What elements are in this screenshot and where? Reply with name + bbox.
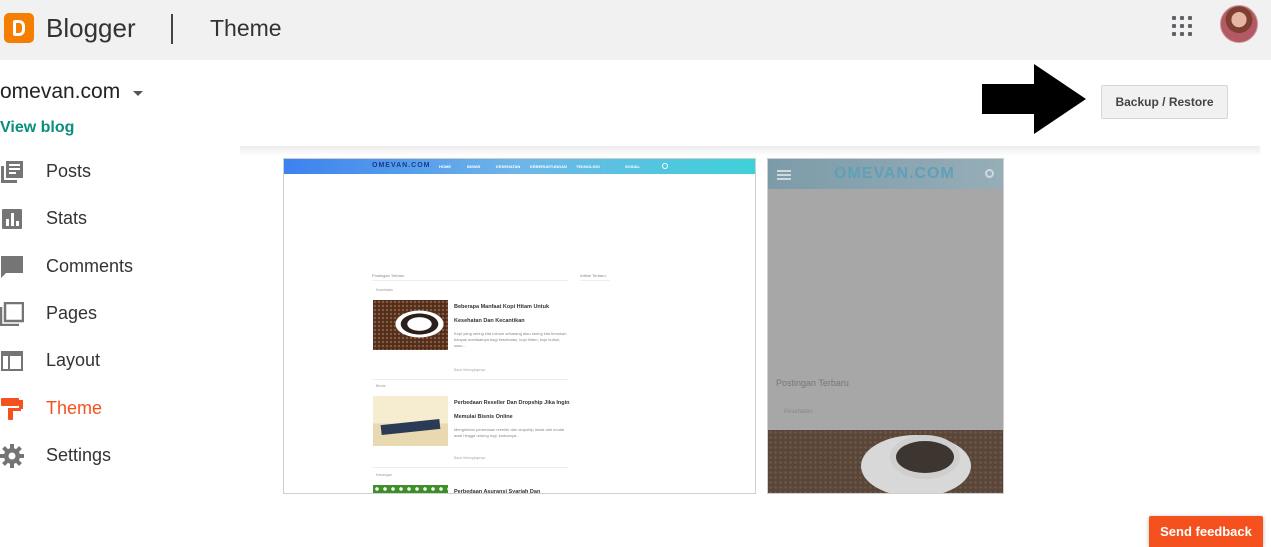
preview-divider [372,467,568,468]
sidebar-item-label: Posts [46,161,92,181]
preview-divider [372,280,568,281]
preview-read-more: Baca Selengkapnya [454,368,486,372]
preview-post-title: Beberapa Manfaat Kopi Hitam Untuk Keseha… [454,304,550,324]
chevron-down-icon[interactable] [133,91,143,96]
menu-icon [777,170,791,172]
sidebar-item-label: Pages [46,303,98,323]
preview-post-label: Kesehatan [376,288,393,292]
header-divider [171,14,173,44]
desktop-theme-preview[interactable]: OMEVAN.COM HOME BISNIS KESEHATAN KEBERUN… [283,158,756,494]
search-icon [662,163,668,169]
preview-site-logo: OMEVAN.COM [372,162,431,169]
sidebar-item-label: Settings [46,445,112,465]
preview-post-thumbnail [373,485,448,493]
preview-menu-item: BISNIS [467,164,481,169]
mobile-preview-header: OMEVAN.COM [768,159,1003,189]
brand-name[interactable]: Blogger [46,13,136,44]
sidebar-item-label: Theme [46,398,103,418]
preview-divider [372,379,568,380]
top-bar: Blogger Theme [0,0,1271,60]
layout-icon [1,351,23,371]
send-feedback-button[interactable]: Send feedback [1149,516,1263,547]
sidebar-item-layout[interactable]: Layout [0,343,200,377]
blogger-logo-icon[interactable] [4,13,34,43]
sidebar-item-pages[interactable]: Pages [0,296,200,330]
apps-grid-icon[interactable] [1171,15,1193,37]
blog-selector[interactable]: omevan.com [0,80,120,104]
mobile-preview-cup [890,435,960,479]
view-blog-link[interactable]: View blog [0,119,74,137]
preview-divider [580,280,610,281]
preview-post-title: Perbedaan Asuransi Syariah Dan [454,489,541,494]
mobile-preview-label: Kesehatan [784,409,813,415]
mobile-theme-preview[interactable]: OMEVAN.COM Postingan Terbaru Kesehatan [767,158,1004,494]
sidebar-item-comments[interactable]: Comments [0,249,200,283]
preview-post-title: Perbedaan Reseller Dan Dropship Jika Ing… [454,400,570,420]
preview-section-title: Artikel Terbaru [580,273,606,278]
content-divider [240,146,1260,156]
preview-section-title: Postingan Terbaru [372,273,405,278]
sidebar-item-theme[interactable]: Theme [0,391,200,425]
sidebar-item-posts[interactable]: Posts [0,154,200,188]
preview-menu-item: SOSIAL [625,164,640,169]
mobile-preview-heading: Postingan Terbaru [776,378,849,388]
page-title: Theme [210,15,282,41]
preview-post-thumbnail [373,300,448,350]
preview-menu-item: HOME [439,164,451,169]
theme-icon [1,398,23,420]
pages-icon [0,302,24,326]
mobile-preview-logo: OMEVAN.COM [834,165,955,182]
sidebar-item-settings[interactable]: Settings [0,438,200,472]
preview-post-excerpt: Mengetahui perbedaan reseller dan dropsh… [454,427,565,438]
preview-read-more: Baca Selengkapnya [454,456,486,460]
stats-icon [2,209,22,229]
sidebar-item-stats[interactable]: Stats [0,201,200,235]
backup-restore-button[interactable]: Backup / Restore [1101,85,1228,119]
preview-header-bar: OMEVAN.COM HOME BISNIS KESEHATAN KEBERUN… [284,159,755,174]
arrow-right-icon [982,64,1086,134]
settings-icon [0,444,24,468]
sidebar-item-label: Comments [46,256,134,276]
preview-post-excerpt: Kopi yang sering kita minum sekarang ata… [454,331,567,348]
preview-menu-item: KEBERUNTUNGAN [530,164,567,169]
sidebar-item-label: Stats [46,208,88,228]
preview-menu-item: TEKNOLOGI [576,164,600,169]
preview-menu-item: KESEHATAN [496,164,521,169]
sidebar-item-label: Layout [46,350,101,370]
comments-icon [1,256,23,278]
search-icon [985,169,994,178]
avatar[interactable] [1220,5,1258,43]
posts-icon [1,161,23,183]
preview-post-thumbnail [373,396,448,446]
preview-post-label: Bisnis [376,384,386,388]
preview-post-label: Keuangan [376,473,392,477]
